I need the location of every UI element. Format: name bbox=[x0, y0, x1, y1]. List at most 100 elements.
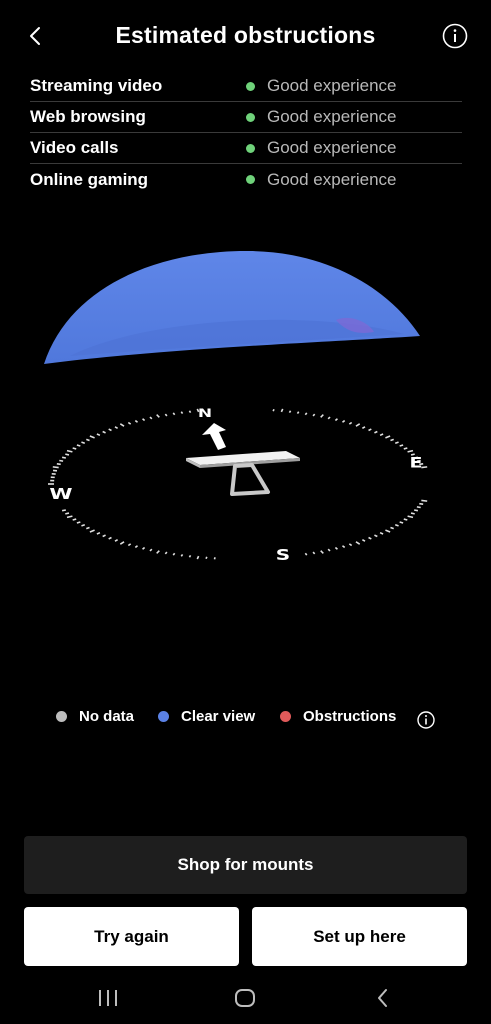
shop-for-mounts-button[interactable]: Shop for mounts bbox=[24, 836, 467, 894]
compass-tick bbox=[65, 453, 70, 456]
status-dot bbox=[246, 143, 255, 153]
experience-status: Good experience bbox=[267, 107, 397, 126]
nav-back-button[interactable] bbox=[368, 984, 398, 1012]
compass-tick bbox=[156, 414, 160, 418]
compass-tick bbox=[374, 430, 378, 434]
compass-tick bbox=[119, 423, 125, 427]
compass-tick bbox=[164, 413, 168, 417]
legend-label: No data bbox=[79, 708, 135, 725]
compass-tick bbox=[180, 411, 184, 415]
compass-tick bbox=[327, 416, 331, 420]
compass-tick bbox=[368, 536, 372, 540]
legend: No data Clear view Obstructions bbox=[0, 708, 491, 732]
recents-icon bbox=[99, 990, 117, 1006]
compass-tick bbox=[108, 536, 112, 540]
compass-tick bbox=[52, 466, 59, 469]
compass-tick bbox=[361, 426, 366, 429]
compass-tick bbox=[156, 550, 160, 554]
compass-tick bbox=[390, 526, 394, 530]
compass-tick bbox=[272, 408, 275, 412]
compass-tick bbox=[66, 515, 73, 519]
compass-tick bbox=[312, 413, 316, 417]
home-button[interactable] bbox=[230, 984, 260, 1012]
compass-tick bbox=[355, 423, 361, 427]
page-title: Estimated obstructions bbox=[115, 22, 376, 48]
compass-tick bbox=[334, 418, 338, 422]
compass-tick bbox=[341, 545, 346, 549]
obstruction-visualization[interactable]: N E S W bbox=[0, 230, 491, 590]
compass-tick bbox=[320, 414, 324, 418]
compass-tick bbox=[188, 554, 192, 558]
compass-tick bbox=[403, 518, 408, 521]
compass-tick bbox=[341, 419, 346, 423]
compass-tick bbox=[76, 444, 81, 447]
compass-tick bbox=[196, 555, 200, 560]
compass-tick bbox=[76, 521, 81, 524]
status-dot bbox=[246, 112, 255, 122]
compass-tick bbox=[172, 412, 176, 416]
compass-tick bbox=[86, 438, 90, 442]
compass-tick bbox=[96, 531, 101, 535]
experience-status: Good experience bbox=[267, 169, 397, 189]
compass-tick bbox=[368, 428, 372, 432]
compass-tick bbox=[355, 541, 361, 545]
compass-tick bbox=[89, 435, 95, 439]
compass-south: S bbox=[276, 548, 290, 565]
compass-tick bbox=[410, 512, 415, 515]
info-icon bbox=[442, 23, 468, 49]
compass-tick bbox=[149, 548, 153, 552]
compass-tick bbox=[361, 539, 366, 542]
compass-tick bbox=[119, 541, 125, 545]
try-again-button[interactable]: Try again bbox=[24, 907, 239, 966]
compass-tick bbox=[89, 529, 95, 533]
compass-tick bbox=[213, 557, 216, 560]
compass-tick bbox=[407, 449, 414, 453]
compass-tick bbox=[304, 552, 308, 556]
compass-tick bbox=[419, 502, 424, 506]
set-up-here-button[interactable]: Set up here bbox=[252, 907, 467, 966]
experience-row-video-calls: Video calls Good experience bbox=[30, 133, 462, 164]
compass-tick bbox=[379, 433, 384, 437]
compass-tick bbox=[288, 410, 292, 414]
compass-tick bbox=[102, 430, 106, 434]
compass-tick bbox=[66, 449, 73, 453]
recents-button[interactable] bbox=[93, 984, 123, 1012]
compass-tick bbox=[421, 499, 428, 502]
header: Estimated obstructions bbox=[0, 0, 491, 72]
compass-tick bbox=[394, 524, 399, 527]
compass-tick bbox=[56, 462, 61, 466]
compass-tick bbox=[205, 556, 208, 560]
experience-row-browsing: Web browsing Good experience bbox=[30, 102, 462, 133]
compass-tick bbox=[61, 456, 67, 459]
info-button[interactable] bbox=[441, 22, 469, 50]
compass-tick bbox=[81, 524, 86, 527]
compass-tick bbox=[374, 534, 378, 538]
compass-tick bbox=[334, 546, 338, 550]
compass-tick bbox=[127, 421, 132, 425]
status-dot bbox=[246, 175, 255, 184]
compass-tick bbox=[407, 515, 414, 519]
back-icon bbox=[378, 989, 387, 1007]
legend-label: Obstructions bbox=[303, 708, 397, 725]
compass-tick bbox=[394, 441, 399, 444]
compass-tick bbox=[312, 551, 316, 555]
legend-dot bbox=[280, 711, 291, 722]
compass-tick bbox=[61, 509, 67, 512]
experience-row-gaming: Online gaming Good experience bbox=[30, 164, 462, 195]
compass-tick bbox=[134, 545, 139, 549]
compass-west: W bbox=[49, 486, 72, 503]
compass-tick bbox=[114, 539, 119, 542]
legend-info-button[interactable] bbox=[416, 710, 436, 730]
experience-status: Good experience bbox=[267, 138, 397, 157]
compass-tick bbox=[72, 447, 77, 450]
compass-tick bbox=[188, 410, 192, 414]
compass-tick bbox=[72, 518, 77, 521]
compass-tick bbox=[114, 426, 119, 429]
compass-tick bbox=[379, 531, 384, 535]
compass-east: E bbox=[410, 454, 423, 471]
compass-north: N bbox=[198, 406, 212, 420]
legend-label: Clear view bbox=[181, 708, 256, 725]
compass-tick bbox=[327, 548, 331, 552]
status-dot bbox=[246, 81, 255, 91]
compass-tick bbox=[399, 444, 404, 447]
